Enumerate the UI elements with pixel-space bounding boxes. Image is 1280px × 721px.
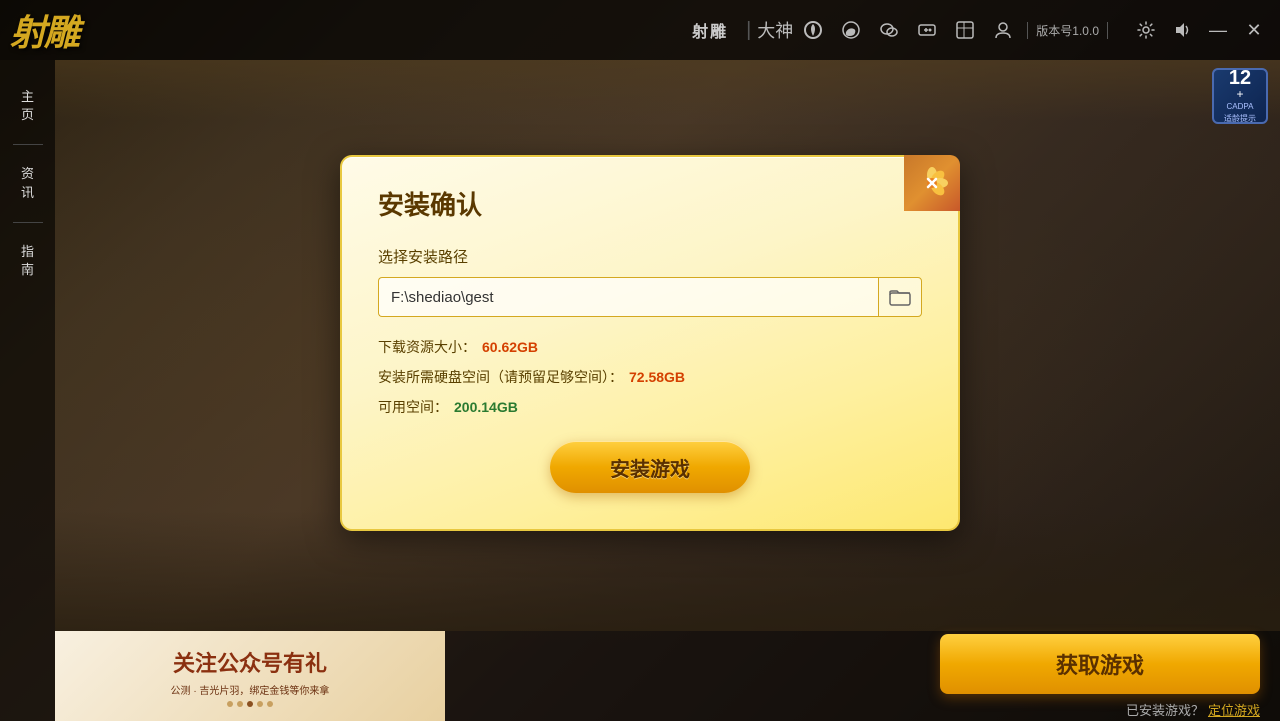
get-game-button[interactable]: 获取游戏 (940, 634, 1260, 694)
nav-user[interactable] (985, 12, 1021, 48)
download-size-label: 下载资源大小： (378, 337, 476, 357)
nav-360[interactable] (795, 12, 831, 48)
arch-top (55, 60, 1280, 120)
nav-divider-1: | (746, 19, 751, 42)
sidebar-divider-2 (13, 222, 43, 223)
path-input[interactable] (378, 277, 878, 317)
close-button[interactable]: ✕ (1238, 14, 1270, 46)
sidebar-label-home: 主 页 (21, 88, 34, 124)
age-plus: + (1236, 88, 1243, 100)
age-number: 12 (1229, 68, 1251, 88)
sidebar-item-home[interactable]: 主 页 (0, 80, 55, 132)
browse-button[interactable] (878, 277, 922, 317)
download-size-row: 下载资源大小： 60.62GB (378, 337, 922, 357)
disk-space-row: 安装所需硬盘空间（请预留足够空间）： 72.58GB (378, 367, 922, 387)
path-label: 选择安装路径 (378, 246, 922, 267)
disk-space-label: 安装所需硬盘空间（请预留足够空间）： (378, 367, 623, 387)
installed-text: 已安装游戏？ (1126, 700, 1204, 719)
banner-dot-2 (237, 701, 243, 707)
nav-dashen[interactable]: 大神 (757, 12, 793, 48)
sound-button[interactable] (1166, 14, 1198, 46)
age-label-text: 适龄提示 (1224, 113, 1256, 124)
settings-button[interactable] (1130, 14, 1162, 46)
age-label-cadpa: CADPA (1227, 102, 1254, 111)
path-row (378, 277, 922, 317)
game-logo: 射雕 (10, 4, 78, 56)
bottom-bar: 关注公众号有礼 公测 · 吉光片羽，绑定金钱等你来拿 获取游戏 已安装游戏？ 定… (55, 631, 1280, 721)
age-rating-badge: 12 + CADPA 适龄提示 (1212, 68, 1268, 124)
dialog-title: 安装确认 (378, 185, 922, 222)
sidebar-label-news: 资 讯 (21, 165, 34, 201)
banner[interactable]: 关注公众号有礼 公测 · 吉光片羽，绑定金钱等你来拿 (55, 631, 445, 721)
install-game-button[interactable]: 安装游戏 (550, 441, 750, 493)
banner-dot-1 (227, 701, 233, 707)
available-space-label: 可用空间： (378, 397, 448, 417)
flower-background (904, 155, 960, 211)
version-text: 版本号1.0.0 (1027, 22, 1108, 39)
sidebar-item-guide[interactable]: 指 南 (0, 235, 55, 287)
disk-space-value: 72.58GB (629, 369, 685, 385)
bottom-right: 获取游戏 已安装游戏？ 定位游戏 (445, 634, 1280, 719)
banner-dot-3 (247, 701, 253, 707)
window-controls: — ✕ (1130, 14, 1270, 46)
available-space-value: 200.14GB (454, 399, 518, 415)
nav-wechat[interactable] (871, 12, 907, 48)
banner-dot-4 (257, 701, 263, 707)
sidebar-label-guide: 指 南 (21, 243, 34, 279)
nav-game-icon[interactable] (909, 12, 945, 48)
sidebar-divider-1 (13, 144, 43, 145)
sidebar-item-news[interactable]: 资 讯 (0, 157, 55, 209)
bottom-right-content: 获取游戏 已安装游戏？ 定位游戏 (940, 634, 1260, 719)
minimize-button[interactable]: — (1202, 14, 1234, 46)
nav-weibo[interactable] (833, 12, 869, 48)
sidebar: 主 页 资 讯 指 南 (0, 60, 55, 721)
topbar: 射雕 射雕 | 大神 版本号1.0.0 (0, 0, 1280, 60)
install-dialog: 安装确认 选择安装路径 下载资源大小： 60.62GB 安装所需硬盘空间（请预留… (340, 155, 960, 531)
banner-dots (171, 701, 330, 707)
banner-subtitle: 公测 · 吉光片羽，绑定金钱等你来拿 (171, 682, 330, 697)
logo-area: 射雕 (10, 4, 78, 56)
available-space-row: 可用空间： 200.14GB (378, 397, 922, 417)
banner-content: 关注公众号有礼 公测 · 吉光片羽，绑定金钱等你来拿 (171, 646, 330, 707)
banner-title: 关注公众号有礼 (171, 646, 330, 678)
nav-icons: 射雕 | 大神 版本号1.0.0 (680, 12, 1112, 48)
banner-dot-5 (267, 701, 273, 707)
locate-game-link[interactable]: 定位游戏 (1208, 700, 1260, 719)
download-size-value: 60.62GB (482, 339, 538, 355)
dialog-close-button[interactable] (904, 155, 960, 211)
installed-row: 已安装游戏？ 定位游戏 (1126, 700, 1260, 719)
nav-community[interactable] (947, 12, 983, 48)
nav-game-name: 射雕 (680, 18, 740, 42)
